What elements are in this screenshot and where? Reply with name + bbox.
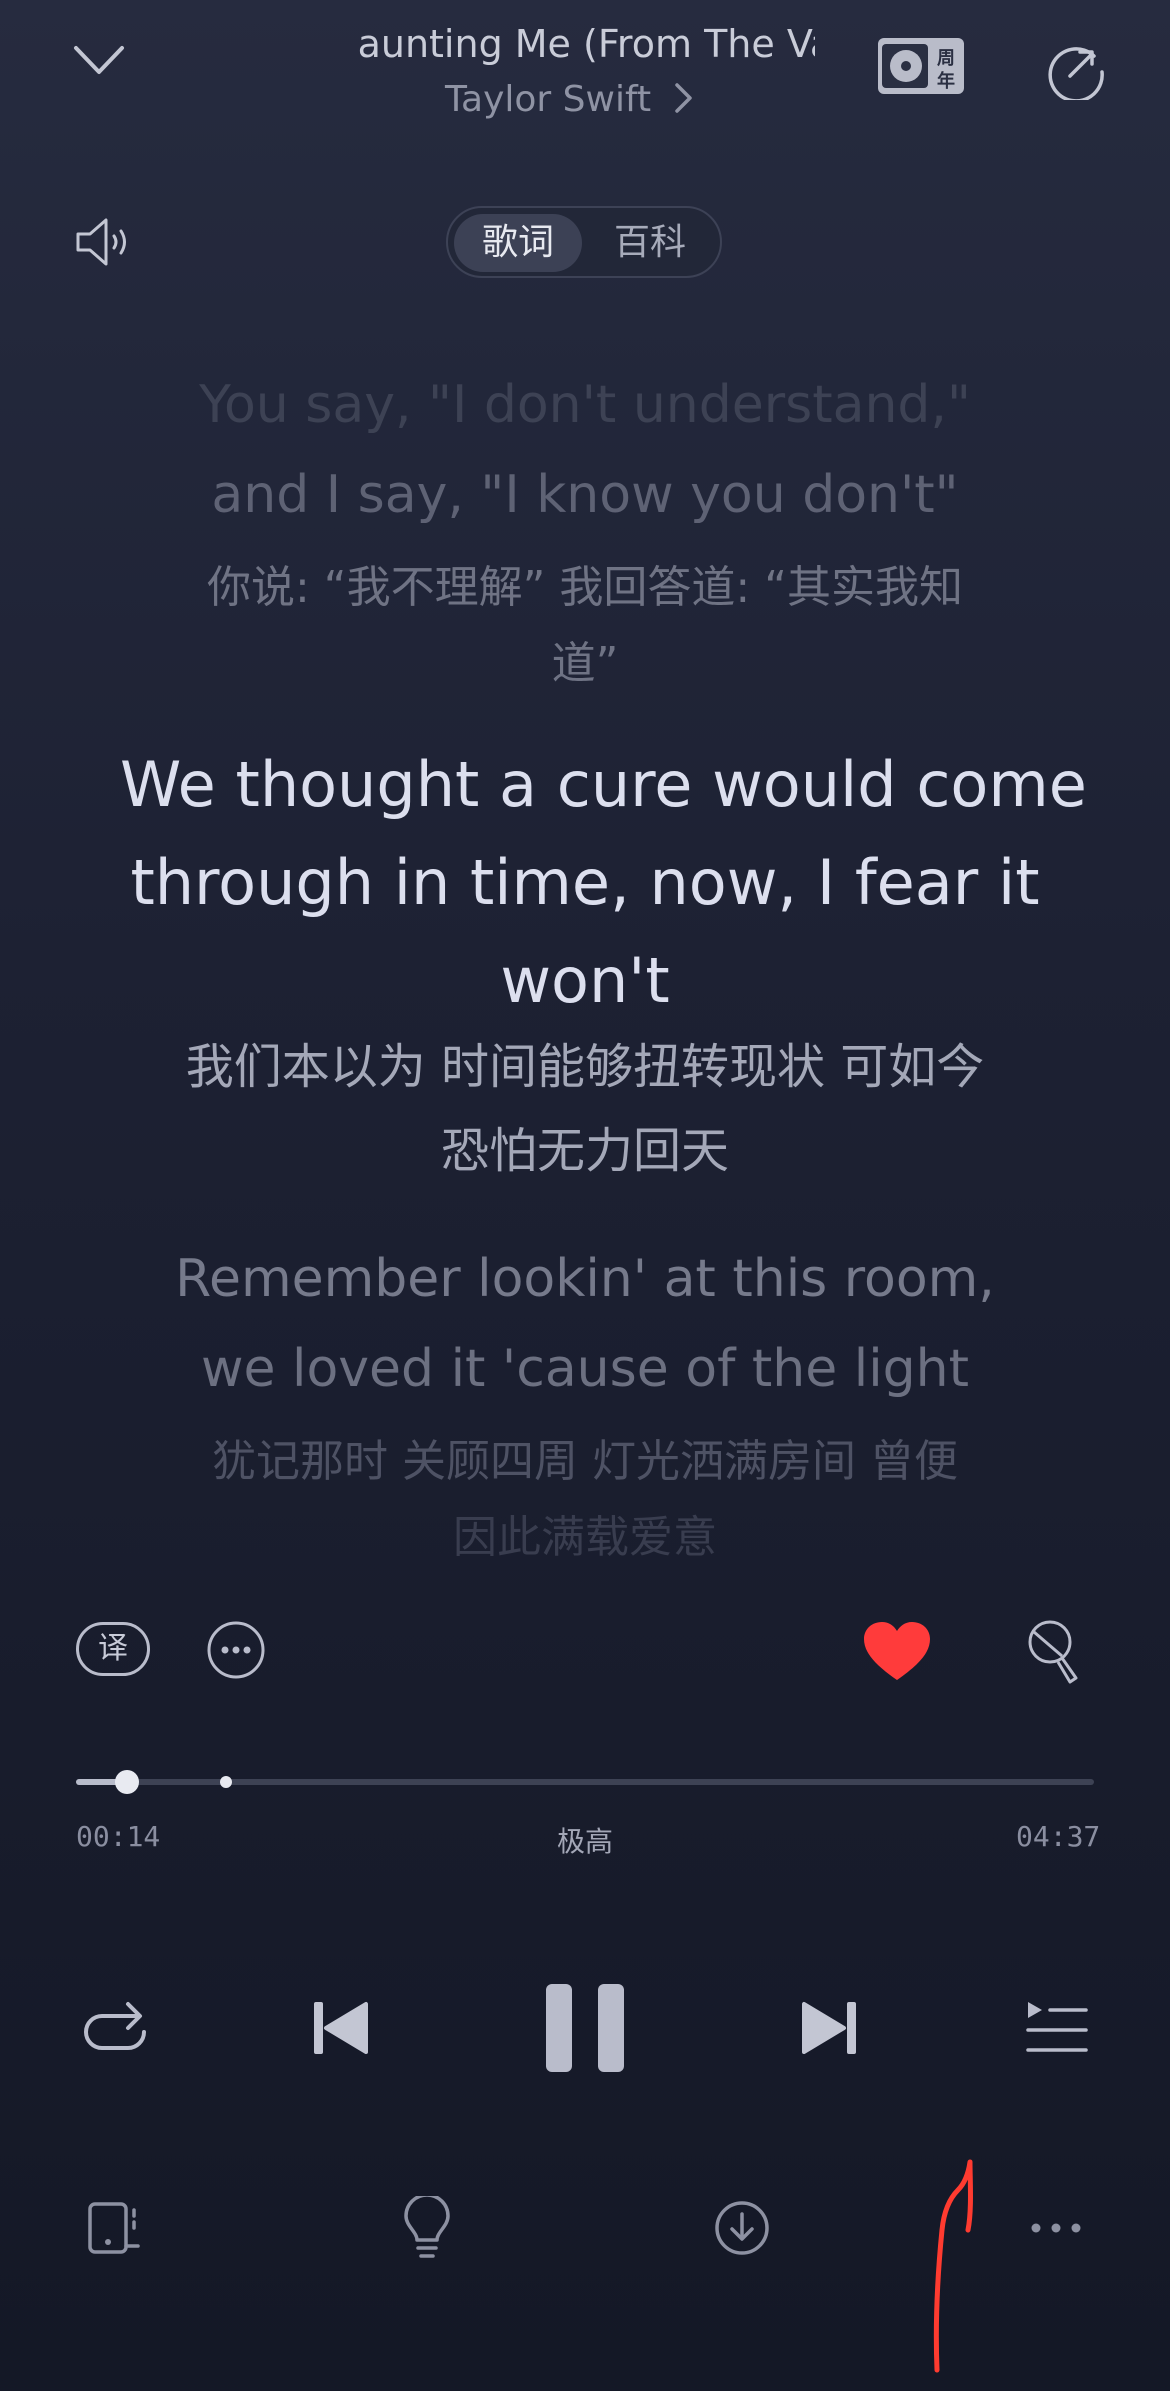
- lyric-line-next-zh: 犹记那时 关顾四周 灯光洒满房间 曾便: [212, 1436, 958, 1487]
- lyric-line-prev-en[interactable]: and I say, "I know you don't": [120, 450, 1050, 540]
- lyric-line-current-en[interactable]: We thought a cure would come: [120, 736, 1087, 834]
- total-time: 04:37: [1016, 1820, 1101, 1853]
- like-button[interactable]: [862, 1620, 932, 1684]
- lyric-line-next-en[interactable]: Remember lookin' at this room,: [120, 1234, 1050, 1324]
- next-button[interactable]: [800, 1998, 860, 2058]
- lyric-line-current-zh: 恐怕无力回天: [440, 1123, 729, 1179]
- more-horizontal-icon: [1031, 2223, 1081, 2233]
- more-options-button[interactable]: [206, 1620, 266, 1680]
- lyric-line-prev-zh: 你说: “我不理解” 我回答道: “其实我知: [207, 562, 963, 613]
- share-icon: [1048, 47, 1104, 100]
- lyric-line-next-en[interactable]: we loved it 'cause of the light: [120, 1324, 1050, 1414]
- repeat-mode-button[interactable]: [80, 1996, 150, 2058]
- chevron-right-icon: [674, 83, 692, 113]
- play-pause-button[interactable]: [544, 1982, 626, 2074]
- volume-button[interactable]: [74, 212, 134, 272]
- view-tabs: 歌词 百科: [446, 206, 722, 278]
- download-icon: [715, 2201, 769, 2255]
- heart-icon: [864, 1622, 930, 1680]
- pause-icon: [546, 1984, 624, 2072]
- annotation-stroke: [933, 2159, 973, 2373]
- chevron-down-icon: [74, 46, 124, 74]
- svg-text:年: 年: [937, 70, 955, 92]
- lyric-line-next-zh: 因此满载爱意: [453, 1512, 717, 1563]
- repeat-icon: [84, 2002, 146, 2050]
- artist-name: Taylor Swift: [445, 79, 652, 120]
- tab-wiki[interactable]: 百科: [588, 214, 712, 272]
- lyric-line-prev-zh: 道”: [551, 638, 619, 689]
- share-button[interactable]: [1044, 36, 1108, 100]
- lyric-line-current-en[interactable]: won't: [120, 932, 1050, 1030]
- svg-text:周: 周: [937, 48, 955, 69]
- anniversary-badge[interactable]: 周 年: [876, 34, 966, 98]
- lyric-line-current-zh: 我们本以为 时间能够扭转现状 可如今: [185, 1039, 985, 1095]
- device-icon: [88, 2202, 140, 2254]
- device-button[interactable]: [86, 2200, 142, 2256]
- current-time: 00:14: [76, 1820, 161, 1853]
- vinyl-10th-anniversary-icon: 周 年: [878, 38, 964, 94]
- tips-button[interactable]: [402, 2196, 452, 2260]
- tab-lyrics[interactable]: 歌词: [454, 214, 582, 272]
- speaker-icon: [76, 218, 126, 266]
- microphone-icon: [1028, 1620, 1078, 1684]
- song-title: Haunting Me (From The Vau: [355, 22, 815, 66]
- climax-marker: [220, 1776, 232, 1788]
- quality-selector[interactable]: 极高: [535, 1820, 635, 1860]
- bottom-more-button[interactable]: [1030, 2220, 1082, 2236]
- more-dots-icon: [207, 1621, 265, 1679]
- previous-track-icon: [314, 2002, 368, 2054]
- playlist-icon: [1026, 2002, 1088, 2052]
- lyric-line-prev-en[interactable]: You say, "I don't understand,": [120, 360, 1050, 450]
- progress-knob[interactable]: [115, 1770, 139, 1794]
- artist-link[interactable]: Taylor Swift: [445, 72, 725, 128]
- lightbulb-icon: [404, 2196, 450, 2258]
- lyric-line-current-en[interactable]: through in time, now, I fear it: [120, 834, 1050, 932]
- previous-button[interactable]: [310, 1998, 370, 2058]
- collapse-button[interactable]: [70, 40, 128, 80]
- playlist-button[interactable]: [1026, 2000, 1088, 2058]
- download-button[interactable]: [714, 2200, 770, 2256]
- singer-mode-button[interactable]: [1024, 1618, 1084, 1686]
- translate-button[interactable]: 译: [76, 1622, 150, 1676]
- next-track-icon: [802, 2002, 856, 2054]
